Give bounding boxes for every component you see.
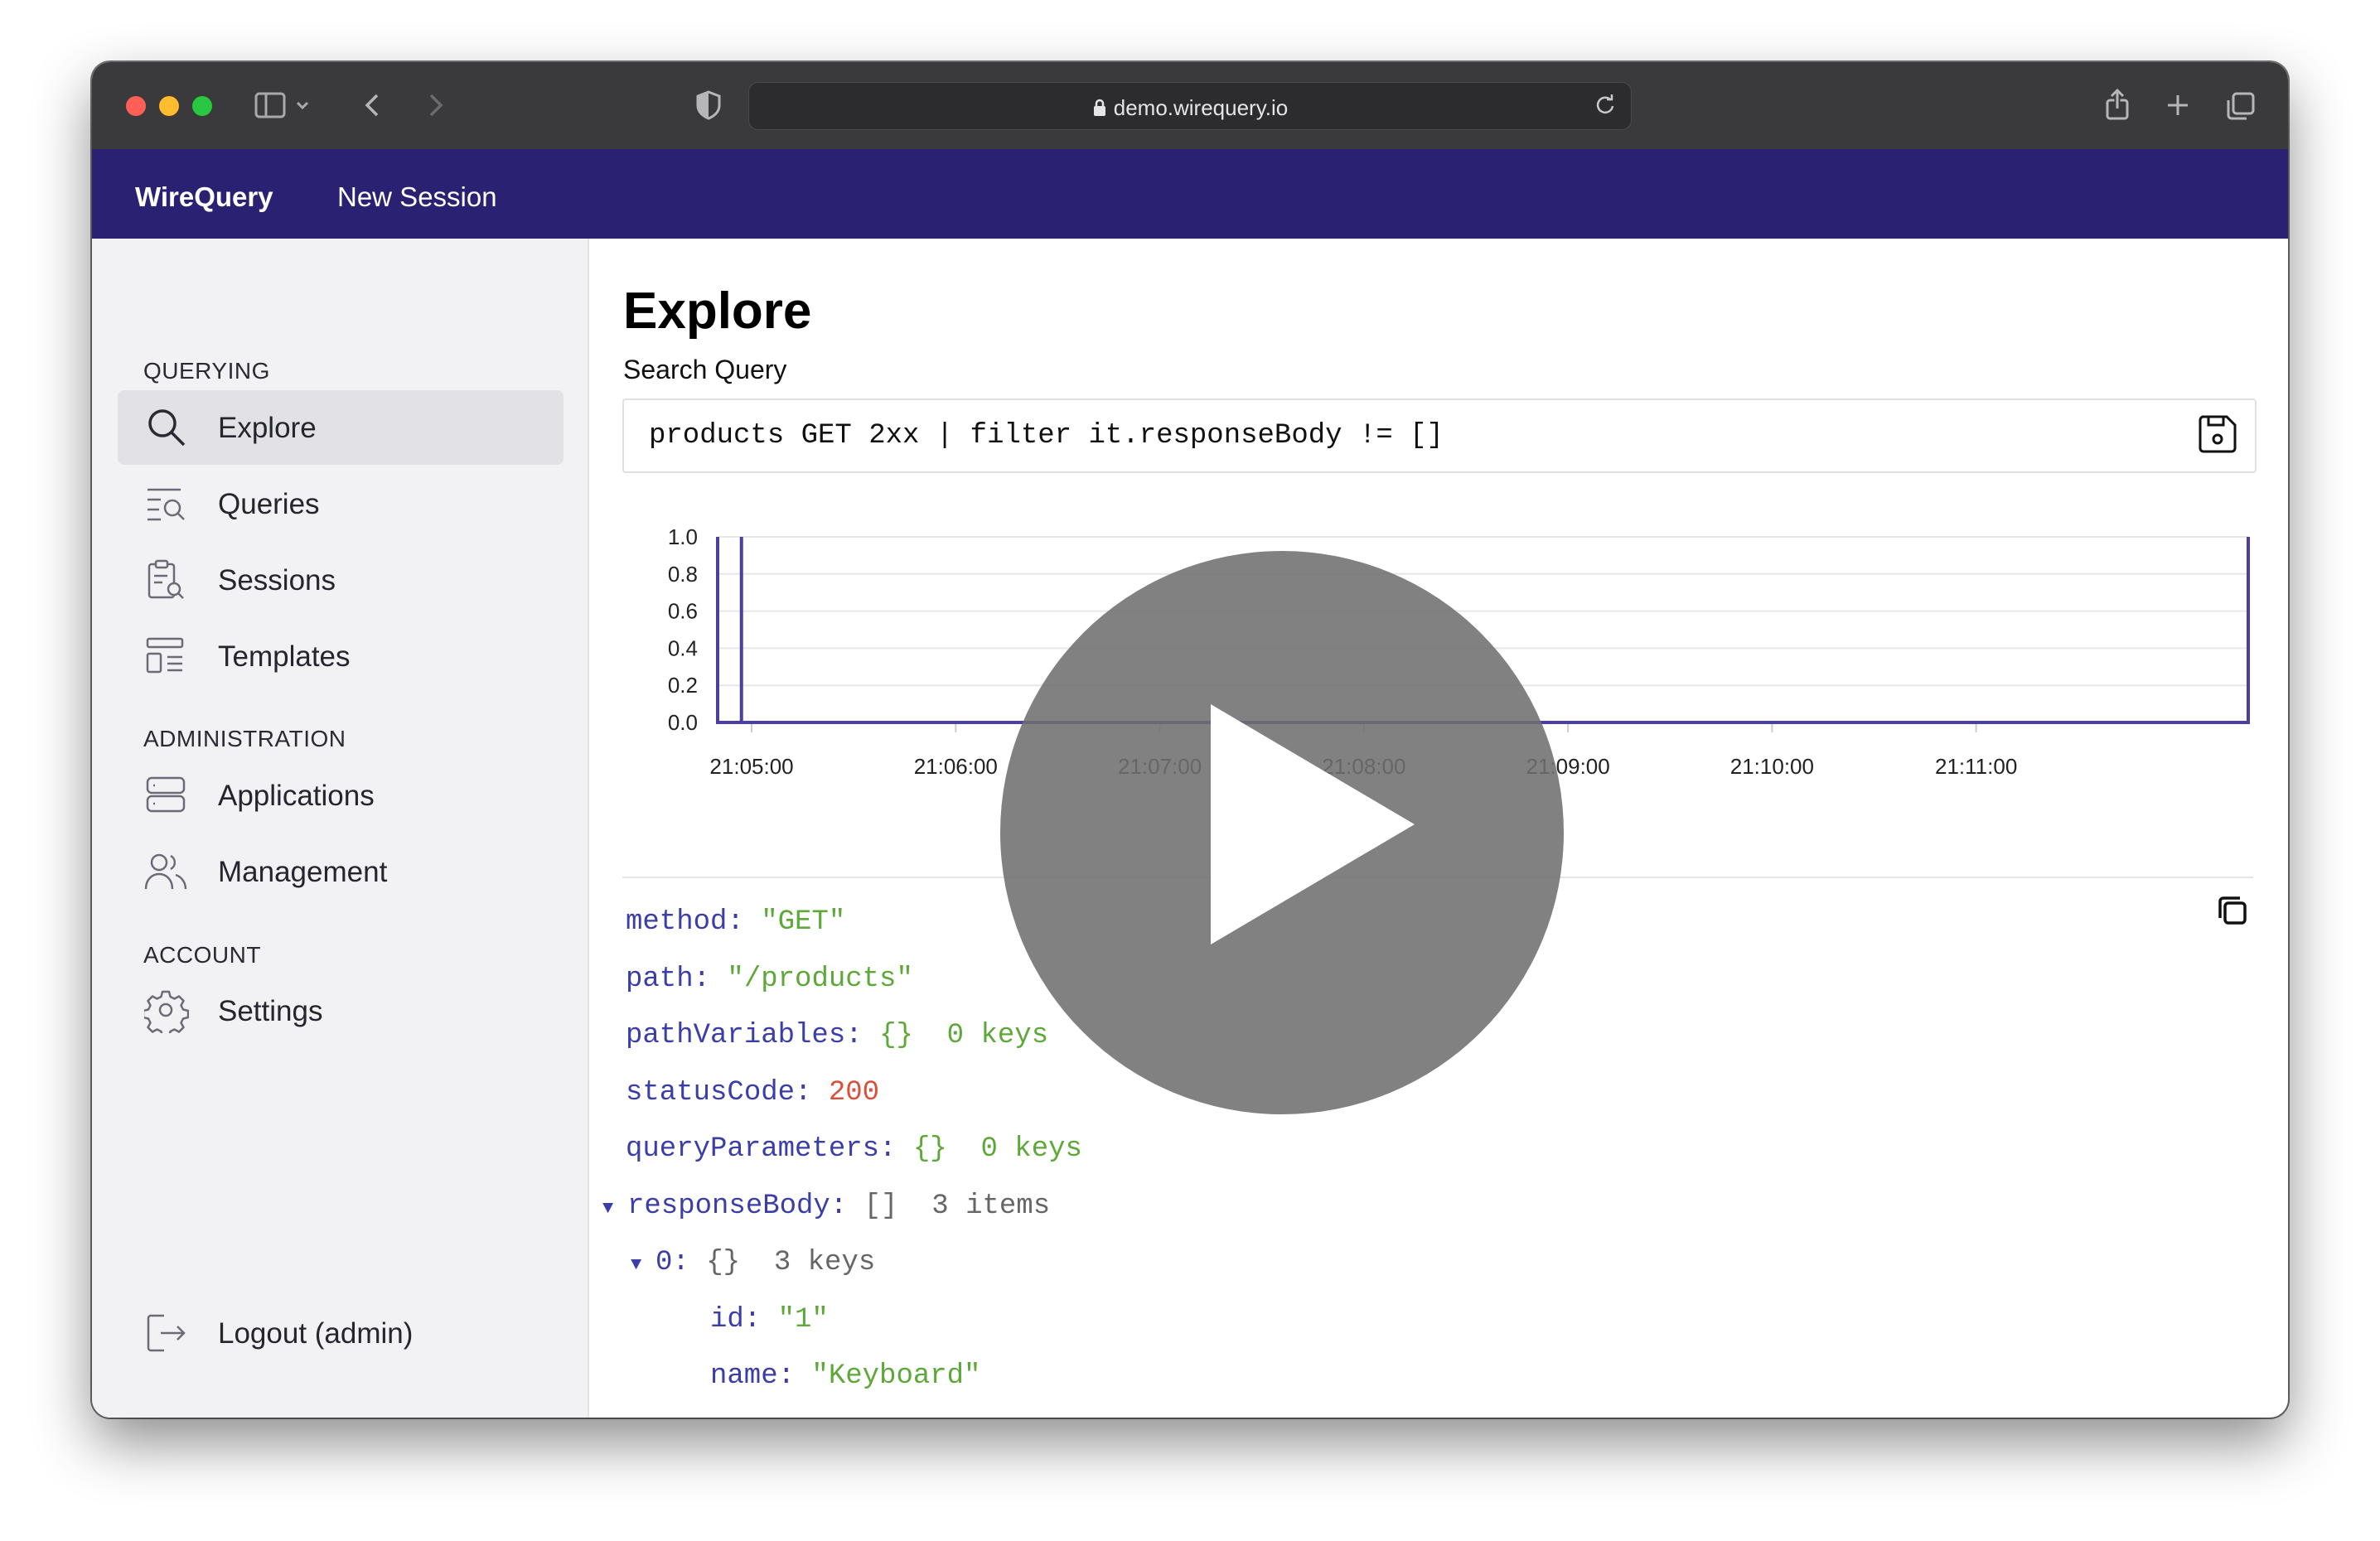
x-tick-label: 21:10:00 (1730, 754, 1814, 779)
sidebar-item-settings[interactable]: Settings (118, 973, 564, 1048)
search-query-input[interactable]: products GET 2xx | filter it.responseBod… (622, 399, 2257, 473)
queries-icon (144, 481, 189, 526)
page-title: Explore (623, 283, 812, 340)
json-key: 0: (655, 1247, 707, 1278)
logout-label: Logout (admin) (218, 1317, 414, 1350)
logout-button[interactable]: Logout (admin) (118, 1296, 564, 1370)
json-count: 3 items (897, 1190, 1051, 1222)
forward-icon[interactable] (419, 85, 452, 125)
sidebar-item-templates[interactable]: Templates (118, 619, 564, 693)
x-tick-label: 21:05:00 (709, 754, 793, 779)
json-row: id: "1" (710, 1299, 829, 1341)
brand-link[interactable]: WireQuery (135, 181, 273, 213)
section-label-account: ACCOUNT (143, 942, 261, 968)
expand-caret-icon[interactable]: ▼ (631, 1244, 655, 1286)
json-row: method: "GET" (626, 901, 845, 943)
logout-icon (144, 1311, 189, 1355)
x-tick-label: 21:06:00 (914, 754, 998, 779)
tab-overview-icon[interactable] (2223, 85, 2258, 125)
json-key: statusCode: (626, 1076, 829, 1109)
sidebar-item-label: Sessions (218, 564, 336, 597)
url-text: demo.wirequery.io (1113, 95, 1289, 120)
copy-icon[interactable] (2217, 895, 2250, 932)
json-value: "1" (777, 1303, 829, 1336)
sidebar-item-explore[interactable]: Explore (118, 390, 564, 465)
section-label-querying: QUERYING (143, 358, 270, 384)
search-icon (144, 405, 189, 450)
close-window-button[interactable] (126, 96, 146, 116)
section-label-administration: ADMINISTRATION (143, 726, 346, 751)
save-icon[interactable] (2197, 413, 2238, 459)
sidebar-item-sessions[interactable]: Sessions (118, 543, 564, 617)
sidebar-item-label: Management (218, 856, 388, 888)
search-query-label: Search Query (623, 355, 787, 384)
back-icon[interactable] (357, 85, 390, 125)
sidebar: QUERYING Explore Queries Sessions Templa… (92, 239, 589, 1418)
query-text[interactable]: products GET 2xx | filter it.responseBod… (649, 420, 1444, 452)
json-key: queryParameters: (626, 1133, 913, 1165)
play-icon (1211, 704, 1415, 944)
json-value: [] (863, 1190, 898, 1222)
y-tick-label: 0.4 (668, 635, 698, 660)
json-key: pathVariables: (626, 1020, 880, 1051)
users-icon (144, 849, 189, 894)
sidebar-item-management[interactable]: Management (118, 834, 564, 909)
play-button[interactable] (1000, 551, 1564, 1114)
json-row: price: 3000 (710, 1413, 896, 1418)
json-value: {} (706, 1247, 741, 1278)
sidebar-item-label: Settings (218, 995, 323, 1027)
json-row: queryParameters: {} 0 keys (626, 1128, 1082, 1170)
minimize-window-button[interactable] (159, 96, 179, 116)
shield-icon[interactable] (692, 85, 725, 125)
json-row: pathVariables: {} 0 keys (626, 1015, 1048, 1056)
share-icon[interactable] (2101, 85, 2134, 125)
json-count: 0 keys (946, 1133, 1082, 1165)
json-key: path: (626, 963, 728, 995)
reload-icon[interactable] (1593, 93, 1618, 122)
lock-icon (1092, 97, 1107, 123)
json-value: {} (912, 1133, 947, 1165)
json-value: "Keyboard" (811, 1360, 981, 1392)
browser-window: demo.wirequery.io WireQuery New Session … (92, 62, 2288, 1418)
y-tick-label: 0.2 (668, 673, 698, 698)
applications-icon (144, 773, 189, 818)
json-row: path: "/products" (626, 959, 913, 1000)
sidebar-item-label: Applications (218, 780, 375, 812)
y-tick-label: 0.8 (668, 562, 698, 587)
new-tab-icon[interactable] (2161, 85, 2194, 125)
json-key: name: (710, 1360, 812, 1392)
json-key: responseBody: (627, 1190, 864, 1222)
browser-toolbar: demo.wirequery.io (92, 62, 2288, 151)
y-tick-label: 1.0 (668, 524, 698, 549)
json-row: statusCode: 200 (626, 1072, 879, 1113)
json-value: "GET" (761, 906, 846, 938)
y-tick-label: 0.0 (668, 710, 698, 735)
json-row: name: "Keyboard" (710, 1355, 980, 1397)
sidebar-toggle-icon[interactable] (254, 85, 312, 125)
gear-icon (142, 988, 190, 1038)
app-header: WireQuery New Session (92, 149, 2288, 239)
x-tick-label: 21:11:00 (1935, 754, 2017, 779)
json-value: 200 (828, 1076, 880, 1109)
sidebar-item-label: Explore (218, 412, 317, 444)
y-tick-label: 0.6 (668, 599, 698, 624)
json-row[interactable]: ▼ responseBody: [] 3 items (602, 1186, 1050, 1227)
json-key: method: (626, 906, 762, 938)
address-bar[interactable]: demo.wirequery.io (748, 82, 1632, 130)
sessions-icon (144, 558, 189, 602)
sidebar-item-queries[interactable]: Queries (118, 466, 564, 541)
new-session-link[interactable]: New Session (337, 181, 497, 213)
sidebar-item-label: Queries (218, 488, 320, 520)
json-row[interactable]: ▼ 0: {} 3 keys (631, 1242, 875, 1283)
templates-icon (144, 634, 189, 679)
json-value: {} (879, 1020, 913, 1051)
expand-caret-icon[interactable]: ▼ (602, 1188, 627, 1229)
maximize-window-button[interactable] (192, 96, 212, 116)
json-value: "/products" (727, 963, 913, 995)
json-key: id: (710, 1303, 778, 1336)
json-count: 3 keys (740, 1247, 876, 1278)
sidebar-item-label: Templates (218, 640, 351, 673)
sidebar-item-applications[interactable]: Applications (118, 758, 564, 833)
